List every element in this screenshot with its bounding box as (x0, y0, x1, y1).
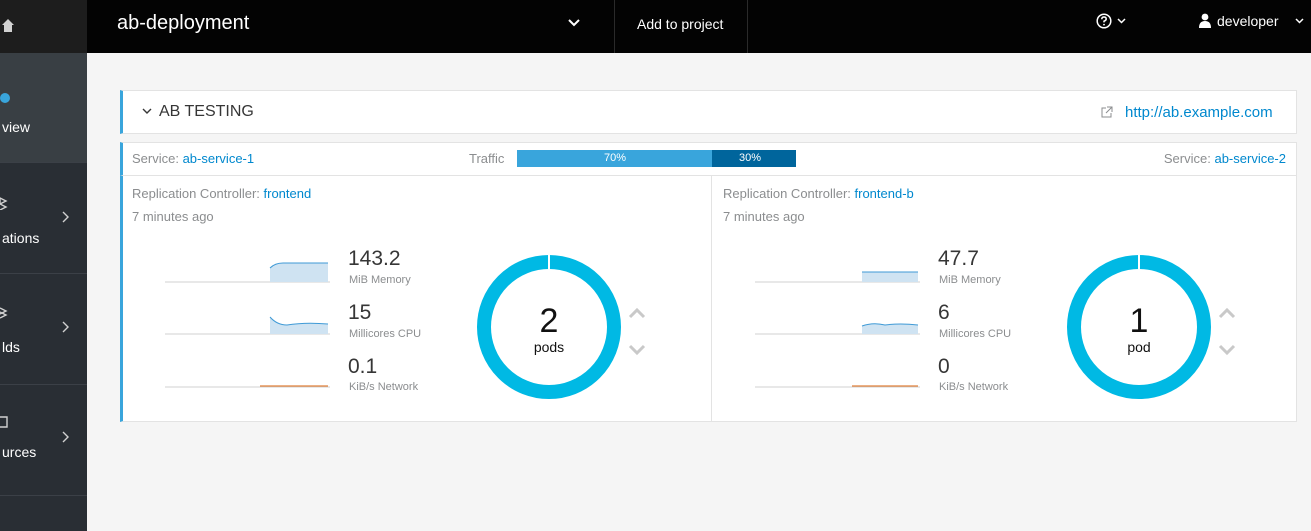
sidebar-item-label: lds (2, 339, 20, 355)
sidebar-item-overview[interactable]: view (0, 53, 87, 163)
scale-down-icon[interactable] (1218, 344, 1236, 356)
service-traffic-row: Service: ab-service-1 Traffic 70% 30% Se… (120, 142, 1297, 176)
network-sparkline (755, 385, 920, 388)
scale-up-icon[interactable] (1218, 307, 1236, 319)
builds-icon (0, 307, 8, 319)
service-right: Service: ab-service-2 (1164, 151, 1286, 166)
sidebar-item-label: urces (2, 444, 37, 460)
applications-icon (0, 197, 8, 210)
rc-left: Replication Controller: frontend (132, 186, 311, 201)
help-icon[interactable] (1096, 13, 1112, 29)
chevron-right-icon (62, 211, 69, 223)
add-to-project-label: Add to project (637, 16, 724, 32)
chevron-down-icon[interactable] (1117, 18, 1126, 24)
sidebar-item-label: view (2, 119, 31, 135)
scale-down-icon[interactable] (628, 344, 646, 356)
service-prefix: Service: (1163, 151, 1215, 166)
user-menu[interactable]: developer (1217, 13, 1279, 29)
sidebar-item-builds[interactable]: lds (0, 275, 87, 385)
service-prefix: Service: (132, 151, 183, 166)
network-unit: KiB/s Network (349, 381, 419, 393)
pod-label: pod (1127, 339, 1151, 355)
dashboard-icon (0, 93, 10, 103)
cpu-value: 6 (938, 301, 950, 324)
chevron-down-icon[interactable] (1295, 18, 1304, 24)
home-icon[interactable] (2, 16, 14, 34)
sidebar-header (0, 0, 87, 53)
memory-sparkline (165, 262, 330, 283)
sidebar-item-resources[interactable]: urces (0, 386, 87, 496)
rc-age-right: 7 minutes ago (723, 209, 805, 224)
deployment-body: Replication Controller: frontend 7 minut… (120, 176, 1297, 422)
service-left: Service: ab-service-1 (132, 151, 254, 166)
rc-prefix: Replication Controller: (723, 186, 855, 201)
pod-label: pods (533, 339, 565, 355)
memory-value: 143.2 (348, 247, 401, 270)
memory-unit: MiB Memory (939, 274, 1001, 286)
rc-link-left[interactable]: frontend (264, 186, 312, 201)
top-navbar: ab-deployment Add to project developer (87, 0, 1311, 53)
rc-link-right[interactable]: frontend-b (855, 186, 914, 201)
rc-age-left: 7 minutes ago (132, 209, 214, 224)
chevron-right-icon (62, 321, 69, 333)
external-link-icon (1101, 106, 1113, 118)
user-icon (1199, 13, 1211, 28)
cpu-unit: Millicores CPU (349, 328, 422, 340)
memory-sparkline (755, 271, 920, 283)
memory-value: 47.7 (938, 247, 979, 270)
pod-count: 1 (1129, 302, 1149, 340)
cpu-sparkline (755, 323, 920, 335)
network-unit: KiB/s Network (939, 381, 1009, 393)
network-sparkline (165, 385, 330, 388)
traffic-bar-right: 30% (712, 150, 796, 167)
chevron-right-icon (62, 431, 69, 443)
chevron-down-icon[interactable] (568, 19, 580, 27)
cpu-sparkline (165, 316, 330, 335)
rc-prefix: Replication Controller: (132, 186, 264, 201)
traffic-bar-left: 70% (517, 150, 712, 167)
sidebar-item-applications[interactable]: ations (0, 164, 87, 274)
panel-title: AB TESTING (159, 103, 254, 120)
nav-sidebar: view ations lds urces (0, 0, 87, 531)
collapse-chevron-icon[interactable] (142, 108, 152, 115)
cpu-value: 15 (348, 301, 372, 324)
column-divider (711, 176, 712, 422)
traffic-label: Traffic (469, 151, 505, 166)
project-selector[interactable]: ab-deployment (117, 12, 249, 35)
add-to-project-button[interactable]: Add to project (614, 0, 748, 53)
network-value: 0.1 (348, 355, 378, 378)
pod-count: 2 (539, 302, 559, 340)
network-value: 0 (938, 355, 950, 378)
service-link-right[interactable]: ab-service-2 (1214, 151, 1286, 166)
route-link[interactable]: http://ab.example.com (1125, 104, 1273, 121)
service-link-left[interactable]: ab-service-1 (183, 151, 255, 166)
rc-right: Replication Controller: frontend-b (723, 186, 914, 201)
ab-testing-panel-header[interactable]: AB TESTING http://ab.example.com (120, 90, 1297, 134)
cpu-unit: Millicores CPU (939, 328, 1012, 340)
scale-up-icon[interactable] (628, 307, 646, 319)
sidebar-item-label: ations (2, 230, 40, 246)
memory-unit: MiB Memory (349, 274, 411, 286)
resources-icon (0, 416, 8, 428)
